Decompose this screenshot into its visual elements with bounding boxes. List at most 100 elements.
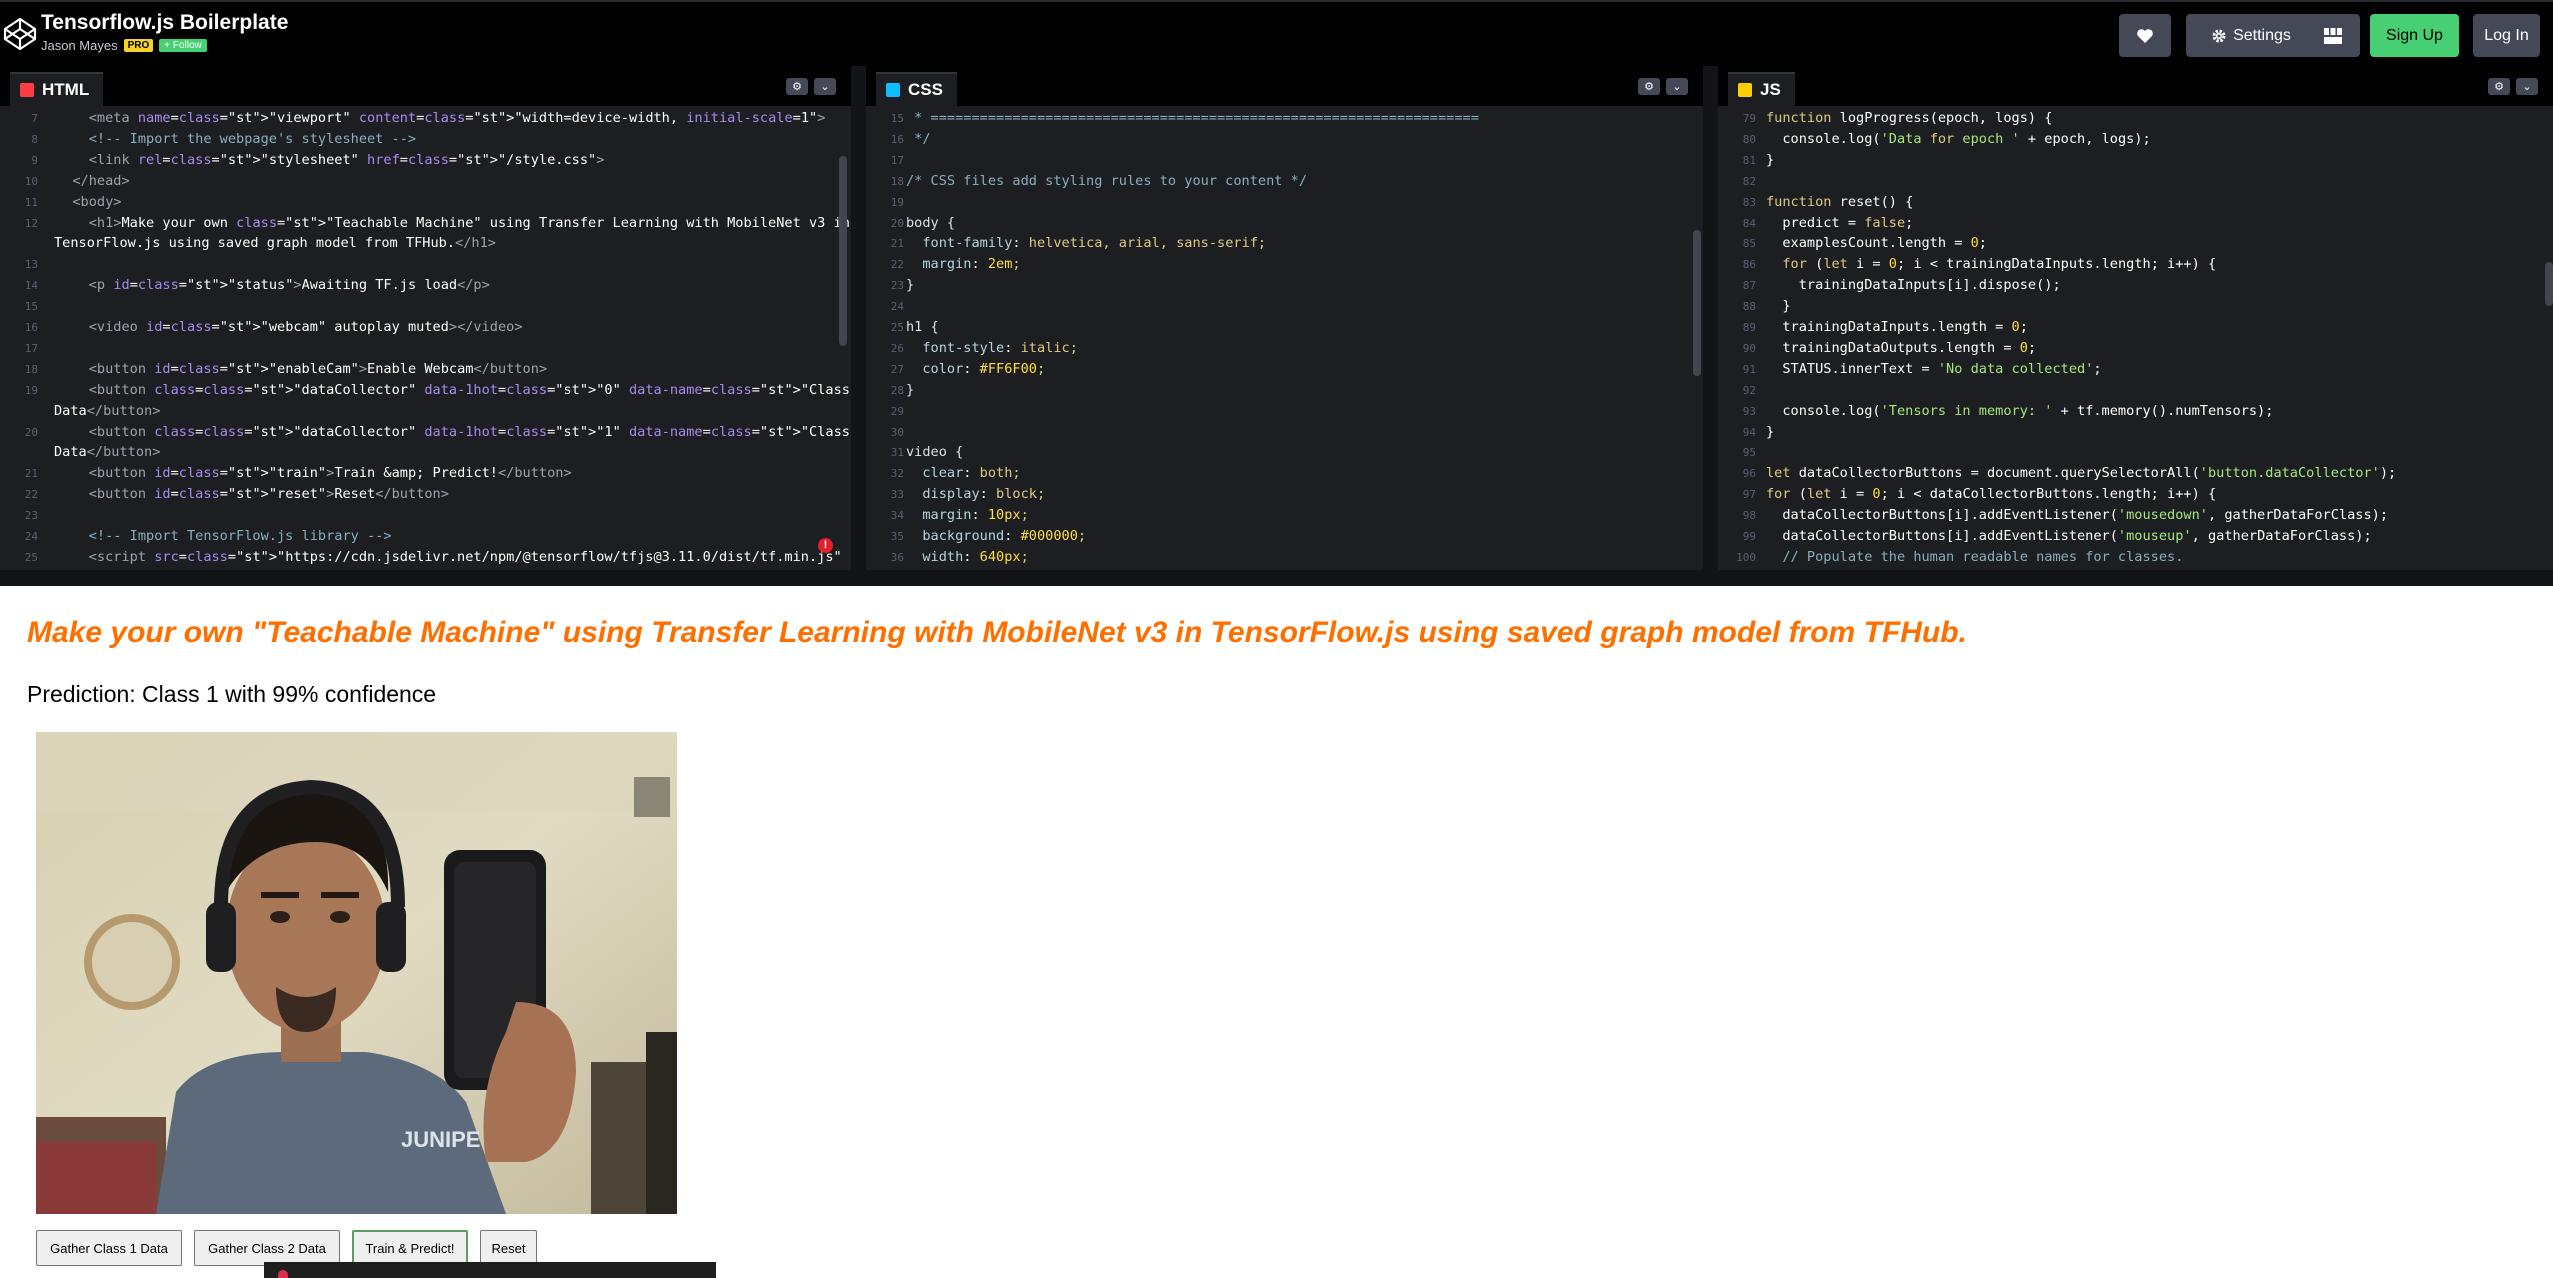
code-line: font-style: italic; [922, 339, 1078, 356]
tab-html[interactable]: HTML [10, 72, 104, 106]
line-number: 14 [24, 279, 38, 293]
code-line: dataCollectorButtons[i].addEventListener… [1766, 528, 2372, 544]
line-number: 83 [1742, 195, 1756, 209]
line-number: 36 [890, 550, 904, 564]
line-number: 20 [890, 216, 904, 230]
code-line: <meta name=class="st">"viewport" content… [88, 110, 826, 126]
layout-grid-icon [2324, 27, 2342, 44]
line-number: 29 [890, 404, 904, 418]
code-line: margin: 2em; [922, 256, 1021, 273]
notification-icon[interactable] [278, 1270, 288, 1278]
code-line: <script src=class="st">"https://cdn.jsde… [88, 548, 842, 565]
tab-js[interactable]: JS [1728, 72, 1795, 106]
line-number: 21 [24, 467, 38, 481]
line-number: 21 [890, 237, 904, 251]
train-predict-button[interactable]: Train & Predict! [352, 1230, 468, 1266]
line-number: 96 [1742, 467, 1756, 481]
output-heading: Make your own "Teachable Machine" using … [27, 616, 1967, 649]
code-line: <link rel=class="st">"stylesheet" href=c… [88, 151, 605, 168]
html-code[interactable]: 7 <meta name=class="st">"viewport" conte… [0, 110, 851, 570]
line-number: 23 [890, 279, 904, 293]
line-number: 16 [24, 321, 38, 334]
css-code[interactable]: 15 * ===================================… [866, 110, 1703, 570]
line-number: 98 [1742, 509, 1756, 523]
line-number: 15 [890, 112, 904, 125]
line-number: 17 [24, 341, 38, 355]
code-line: body { [906, 214, 956, 231]
code-line: Data</button> [54, 402, 161, 419]
code-line: /* CSS files add styling rules to your c… [906, 172, 1308, 189]
author-name[interactable]: Jason Mayes [41, 38, 118, 53]
js-pane-header: JS ⚙ ⌄ [1718, 66, 2553, 106]
code-line: <h1>Make your own class="st">"Teachable … [88, 214, 850, 231]
line-number: 32 [890, 467, 904, 481]
line-number: 86 [1742, 258, 1756, 272]
pane-settings-icon[interactable]: ⚙ [1638, 78, 1660, 95]
js-scrollbar[interactable] [2545, 262, 2553, 306]
code-line: examplesCount.length = 0; [1766, 235, 1987, 252]
js-code[interactable]: 79 function logProgress(epoch, logs) {80 … [1718, 110, 2553, 570]
heart-button[interactable] [2119, 14, 2171, 57]
gather-class-2-button[interactable]: Gather Class 2 Data [194, 1230, 340, 1266]
settings-button[interactable]: Settings [2186, 14, 2316, 57]
line-number: 18 [24, 362, 38, 376]
code-line: <body> [72, 193, 122, 210]
js-icon [1738, 83, 1752, 97]
code-line: for (let i = 0; i < trainingDataInputs.l… [1782, 256, 2217, 273]
code-line: */ [906, 130, 931, 147]
pro-badge: PRO [123, 39, 154, 52]
line-number: 24 [24, 530, 38, 543]
code-line: width: 640px; [922, 548, 1029, 565]
code-line: font-family: helvetica, arial, sans-seri… [922, 235, 1267, 252]
line-number: 22 [890, 258, 904, 272]
html-pane-controls: ⚙ ⌄ [786, 78, 836, 95]
chevron-down-icon[interactable]: ⌄ [1666, 78, 1688, 95]
code-line: trainingDataOutputs.length = 0; [1766, 339, 2037, 356]
line-number: 33 [890, 488, 904, 502]
code-line: <!-- Import TensorFlow.js library --> [56, 528, 392, 544]
line-number: 31 [890, 446, 904, 460]
line-number: 17 [890, 153, 904, 167]
code-line: console.log('Tensors in memory: ' + tf.m… [1766, 402, 2274, 419]
css-scrollbar[interactable] [1693, 230, 1701, 376]
codepen-logo-icon[interactable] [2, 16, 38, 52]
line-number: 9 [31, 153, 38, 167]
code-line: </head> [72, 172, 130, 189]
css-pane-controls: ⚙ ⌄ [1638, 78, 1688, 95]
pane-settings-icon[interactable]: ⚙ [2488, 78, 2510, 95]
chevron-down-icon[interactable]: ⌄ [814, 78, 836, 95]
pen-title[interactable]: Tensorflow.js Boilerplate [41, 11, 288, 35]
code-line: let dataCollectorButtons = document.quer… [1766, 465, 2397, 482]
tab-css-label: CSS [908, 80, 943, 99]
tab-html-label: HTML [42, 80, 90, 99]
gather-class-1-button[interactable]: Gather Class 1 Data [36, 1230, 182, 1266]
line-number: 92 [1742, 383, 1756, 397]
author-row: Jason Mayes PRO + Follow [41, 38, 207, 53]
code-line: h1 { [906, 319, 939, 335]
line-number: 34 [890, 509, 904, 523]
code-line: trainingDataInputs.length = 0; [1766, 319, 2028, 335]
line-number: 12 [24, 216, 38, 230]
code-line: } [906, 277, 915, 294]
code-line: console.log('Data for epoch ' + epoch, l… [1766, 130, 2151, 147]
change-view-button[interactable] [2306, 14, 2360, 57]
line-number: 82 [1742, 174, 1756, 188]
line-number: 25 [24, 550, 38, 564]
pane-settings-icon[interactable]: ⚙ [786, 78, 808, 95]
error-indicator-icon[interactable]: ! [818, 538, 833, 553]
line-number: 30 [890, 425, 904, 439]
sign-up-button[interactable]: Sign Up [2370, 14, 2459, 57]
line-number: 81 [1742, 153, 1756, 167]
reset-button[interactable]: Reset [480, 1230, 537, 1266]
html-scrollbar[interactable] [839, 156, 847, 346]
code-line: } [1766, 151, 1775, 168]
chevron-down-icon[interactable]: ⌄ [2516, 78, 2538, 95]
tab-css[interactable]: CSS [876, 72, 957, 106]
line-number: 25 [890, 321, 904, 334]
log-in-button[interactable]: Log In [2473, 14, 2540, 57]
css-pane-header: CSS ⚙ ⌄ [866, 66, 1703, 106]
follow-button[interactable]: + Follow [159, 39, 207, 52]
line-number: 80 [1742, 132, 1756, 146]
line-number: 89 [1742, 321, 1756, 334]
line-number: 93 [1742, 404, 1756, 418]
